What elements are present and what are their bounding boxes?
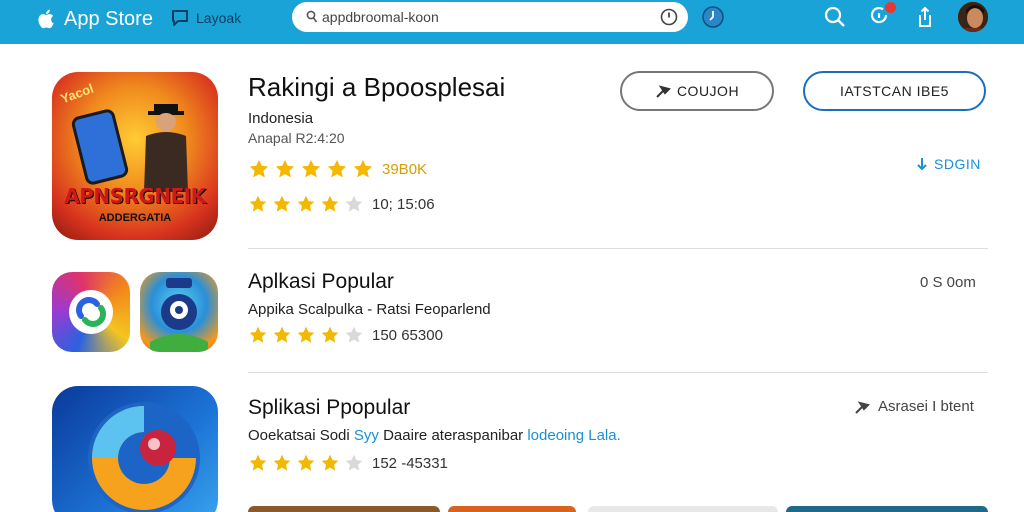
app-icon-3[interactable] [52, 386, 218, 512]
top-bar: App Store Layoak [0, 0, 1024, 44]
featured-title[interactable]: Rakingi a Bpoosplesai [248, 72, 505, 103]
star-icon [353, 159, 373, 178]
star-icon [301, 159, 321, 178]
row2-subtitle: Appika Scalpulka - Ratsi Feoparlend [248, 301, 491, 318]
search-icon [306, 10, 318, 23]
microphone-icon[interactable] [660, 8, 678, 26]
star-icon [273, 195, 291, 212]
row2-title[interactable]: Aplkasi Popular [248, 270, 394, 294]
avatar[interactable] [956, 0, 990, 34]
star-empty-icon [345, 326, 363, 343]
featured-rating-2: 10; 15:06 [248, 194, 435, 214]
search-icon[interactable] [824, 6, 846, 28]
clock-icon[interactable] [702, 6, 724, 28]
rating-count: 39B0K [382, 160, 428, 178]
screenshot-thumb[interactable] [786, 506, 988, 512]
star-icon [321, 195, 339, 212]
screenshot-thumb[interactable] [248, 506, 440, 512]
star-icon [321, 326, 339, 343]
row3-subtitle-highlight-2: lodeoing Lala. [527, 427, 621, 444]
app-icon-1[interactable] [52, 272, 130, 352]
row2-rating: 150 65300 [248, 325, 443, 345]
search-input[interactable] [322, 9, 642, 25]
screenshot-thumb[interactable] [588, 506, 778, 512]
star-icon [273, 454, 291, 471]
screenshot-strip [248, 506, 988, 512]
divider [248, 372, 988, 373]
row3-right[interactable]: Asrasei I btent [854, 398, 974, 415]
app-store-brand[interactable]: App Store [36, 6, 153, 32]
secondary-action-button[interactable]: IATSTCAN IBE5 [803, 71, 986, 111]
apple-logo-icon [38, 9, 54, 29]
download-link-label: SDGIN [934, 156, 981, 172]
phone-graphic [70, 107, 130, 187]
star-icon [249, 326, 267, 343]
row3-right-label: Asrasei I btent [878, 398, 974, 415]
primary-action-button[interactable]: COUJOH [620, 71, 774, 111]
star-icon [297, 326, 315, 343]
screenshot-thumb[interactable] [448, 506, 576, 512]
layout-link-label: Layoak [196, 10, 242, 26]
secondary-action-label: IATSTCAN IBE5 [840, 83, 949, 99]
icon-banner-sub: ADDERGATIA [98, 212, 172, 224]
star-icon [297, 454, 315, 471]
star-icon [327, 159, 347, 178]
divider [248, 248, 988, 249]
featured-rating: 39B0K [248, 158, 427, 180]
person-graphic [144, 104, 188, 192]
star-empty-icon [345, 195, 363, 212]
download-arrow-icon [917, 158, 927, 171]
avatar-image [958, 2, 988, 32]
icon-banner: APNSRGNEIK [64, 184, 206, 208]
row3-subtitle: Ooekatsai Sodi Syy Daaire ateraspanibar … [248, 427, 621, 444]
star-icon [249, 159, 269, 178]
brand-label: App Store [64, 7, 153, 30]
rating-count-2: 10; 15:06 [372, 195, 435, 213]
row3-subtitle-part-b: Daaire ateraspanibar [378, 427, 528, 444]
app-icon-3-graphic [88, 402, 200, 512]
share-arrow-icon [855, 400, 870, 414]
row2-rating-count: 150 65300 [372, 326, 443, 344]
row2-right-text: 0 S 0om [920, 274, 976, 291]
featured-app-icon[interactable]: Yacol APNSRGNEIK ADDERGATIA [52, 72, 218, 240]
star-icon [273, 326, 291, 343]
download-link[interactable]: SDGIN [916, 156, 981, 172]
app-icon-2[interactable] [140, 272, 218, 352]
star-empty-icon [345, 454, 363, 471]
pin-icon [656, 85, 671, 98]
row3-subtitle-part-a: Ooekatsai Sodi [248, 427, 354, 444]
row3-title[interactable]: Splikasi Ppopular [248, 396, 410, 420]
app-icon-1-graphic [69, 290, 113, 334]
notification-badge [885, 2, 896, 13]
search-box[interactable] [292, 2, 688, 32]
app-icon-2-graphic [150, 278, 208, 352]
star-icon [249, 195, 267, 212]
row3-rating: 152 -45331 [248, 453, 448, 473]
layout-link[interactable]: Layoak [170, 6, 241, 30]
primary-action-label: COUJOH [676, 83, 740, 99]
star-icon [297, 195, 315, 212]
star-icon [321, 454, 339, 471]
row3-rating-count: 152 -45331 [372, 454, 448, 472]
share-icon[interactable] [914, 6, 936, 28]
icon-corner-text: Yacol [58, 80, 96, 107]
star-icon [249, 454, 267, 471]
row3-subtitle-highlight: Syy [353, 427, 379, 444]
featured-subtitle: Indonesia [248, 110, 314, 127]
star-icon [275, 159, 295, 178]
chat-bubble-icon [172, 10, 188, 26]
featured-meta: Anapal R2:4:20 [248, 130, 345, 146]
